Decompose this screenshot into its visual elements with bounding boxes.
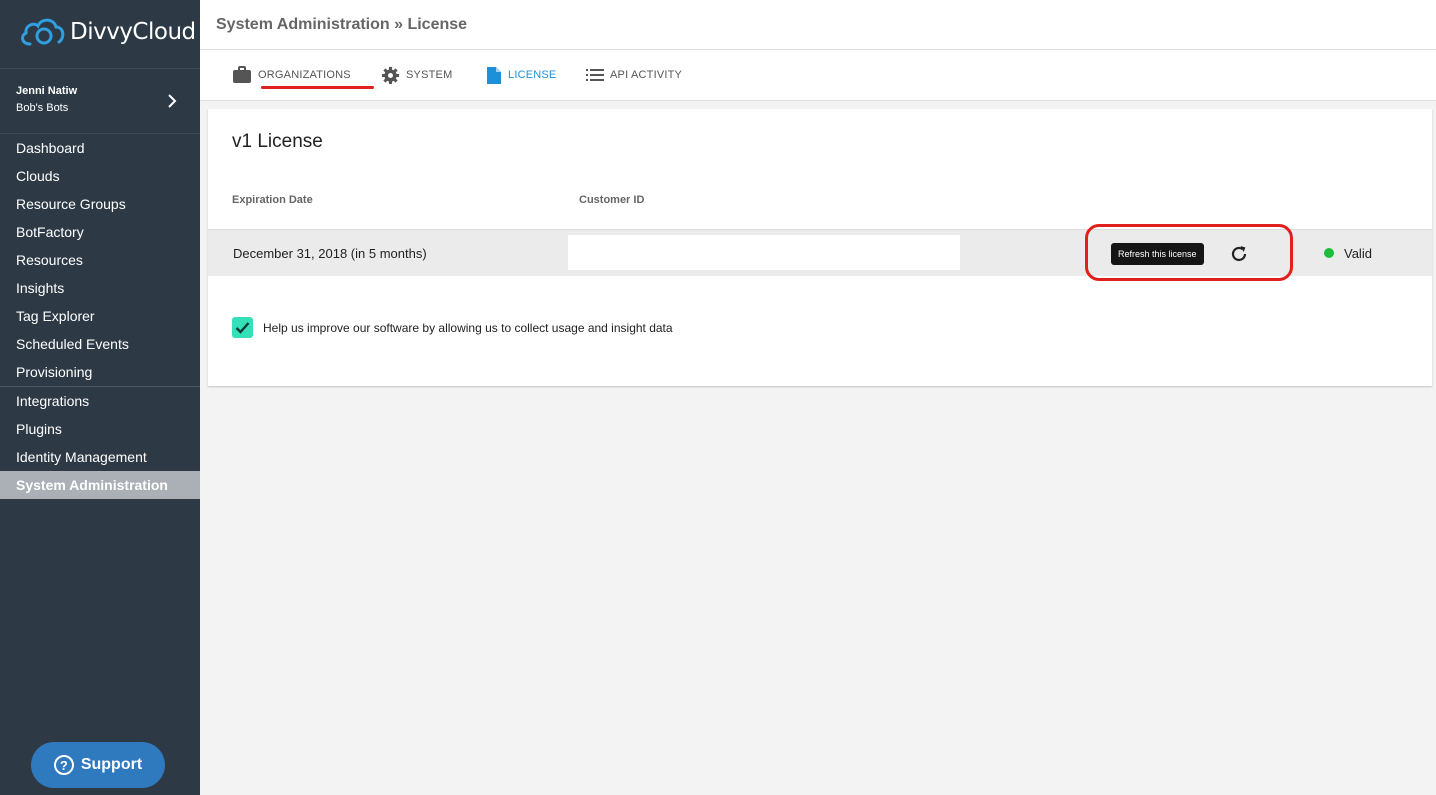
license-title: v1 License <box>232 131 323 152</box>
logo-text: DivvyCloud <box>70 19 196 45</box>
sidebar-item-resources[interactable]: Resources <box>0 246 200 274</box>
user-org: Bob's Bots <box>16 102 69 114</box>
consent-label: Help us improve our software by allowing… <box>263 320 673 335</box>
top-bar: System Administration » License <box>200 0 1436 50</box>
column-expiration-date: Expiration Date <box>232 194 313 206</box>
tab-label: ORGANIZATIONS <box>258 69 351 81</box>
status-dot <box>1324 248 1334 258</box>
user-menu[interactable]: Jenni Natiw Bob's Bots <box>0 68 200 134</box>
tab-system[interactable]: SYSTEM <box>381 50 452 100</box>
list-icon <box>586 69 604 81</box>
sidebar-item-integrations[interactable]: Integrations <box>0 386 200 415</box>
logo[interactable]: DivvyCloud <box>18 14 196 50</box>
support-button[interactable]: ? Support <box>31 742 165 788</box>
sidebar: DivvyCloud Jenni Natiw Bob's Bots Dashbo… <box>0 0 200 795</box>
tab-label: LICENSE <box>508 69 557 81</box>
active-tab-annotation <box>261 86 374 89</box>
sidebar-item-tag-explorer[interactable]: Tag Explorer <box>0 302 200 330</box>
tab-api-activity[interactable]: API ACTIVITY <box>586 50 682 100</box>
tab-bar: ORGANIZATIONS SYSTEM LICENSE API ACTIVIT… <box>200 50 1436 101</box>
consent-checkbox[interactable] <box>232 317 253 338</box>
license-status: Valid <box>1344 246 1372 261</box>
support-label: Support <box>80 756 143 773</box>
help-icon: ? <box>53 755 74 775</box>
document-icon <box>487 66 501 84</box>
gear-icon <box>381 66 400 84</box>
usage-consent: Help us improve our software by allowing… <box>232 317 673 338</box>
tab-label: API ACTIVITY <box>610 69 683 81</box>
chevron-right-icon <box>168 94 177 108</box>
tab-license[interactable]: LICENSE <box>486 50 556 100</box>
sidebar-nav: Dashboard Clouds Resource Groups BotFact… <box>0 134 200 499</box>
cloud-logo-icon <box>21 18 65 46</box>
sidebar-item-resource-groups[interactable]: Resource Groups <box>0 190 200 218</box>
sidebar-item-identity-management[interactable]: Identity Management <box>0 443 200 471</box>
license-row: December 31, 2018 (in 5 months) Refresh … <box>208 224 1432 281</box>
user-name: Jenni Natiw <box>16 85 78 97</box>
refresh-tooltip: Refresh this license <box>1111 243 1204 265</box>
sidebar-item-provisioning[interactable]: Provisioning <box>0 358 200 386</box>
tab-organizations[interactable]: ORGANIZATIONS <box>232 50 351 100</box>
tab-label: SYSTEM <box>406 69 453 81</box>
breadcrumb: System Administration » License <box>216 16 468 33</box>
customer-id-field <box>568 235 960 270</box>
license-card: v1 License Expiration Date Customer ID D… <box>208 109 1432 386</box>
expiration-value: December 31, 2018 (in 5 months) <box>233 246 427 261</box>
briefcase-icon <box>233 66 251 83</box>
column-customer-id: Customer ID <box>579 194 645 206</box>
sidebar-item-scheduled-events[interactable]: Scheduled Events <box>0 330 200 358</box>
sidebar-item-system-administration[interactable]: System Administration <box>0 471 200 499</box>
refresh-icon[interactable] <box>1228 243 1250 265</box>
sidebar-item-insights[interactable]: Insights <box>0 274 200 302</box>
sidebar-item-clouds[interactable]: Clouds <box>0 162 200 190</box>
sidebar-item-plugins[interactable]: Plugins <box>0 415 200 443</box>
sidebar-item-botfactory[interactable]: BotFactory <box>0 218 200 246</box>
sidebar-item-dashboard[interactable]: Dashboard <box>0 134 200 162</box>
checkmark-icon <box>235 322 250 334</box>
